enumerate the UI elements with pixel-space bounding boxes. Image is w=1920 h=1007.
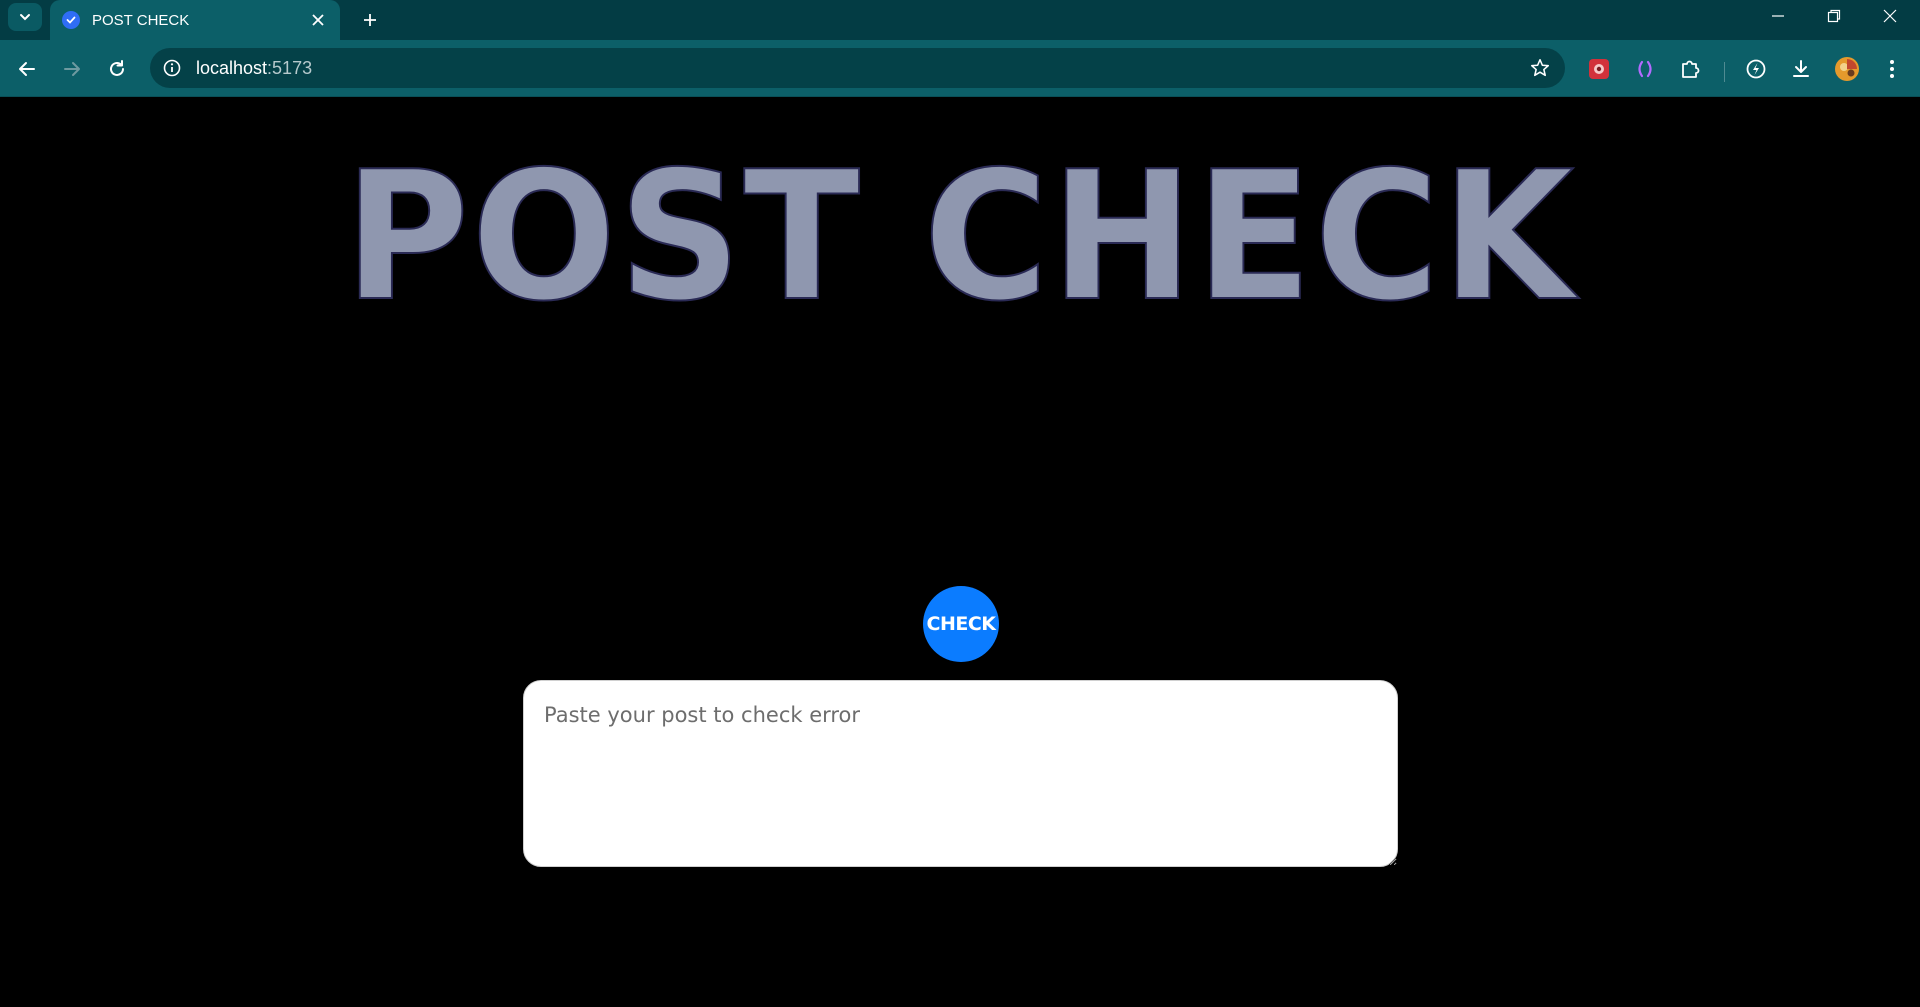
info-icon[interactable] <box>162 58 182 78</box>
forward-button[interactable] <box>56 53 88 85</box>
check-button[interactable]: CHECK <box>923 586 999 662</box>
browser-menu-button[interactable] <box>1876 53 1908 85</box>
new-tab-button[interactable] <box>355 5 385 35</box>
close-icon[interactable] <box>310 12 326 28</box>
address-url: localhost:5173 <box>196 58 312 79</box>
extensions-button[interactable] <box>1674 53 1706 85</box>
minimize-icon <box>1772 15 1784 17</box>
browser-tab-bar: POST CHECK <box>0 0 1920 40</box>
check-badge-icon <box>62 11 80 29</box>
browser-tab-active[interactable]: POST CHECK <box>50 0 340 40</box>
reload-button[interactable] <box>101 53 133 85</box>
post-input[interactable] <box>523 680 1398 867</box>
plus-icon <box>364 14 376 26</box>
red-extension-button[interactable] <box>1583 53 1615 85</box>
download-icon <box>1793 60 1809 77</box>
close-icon <box>1883 9 1897 23</box>
restore-icon <box>1827 9 1841 23</box>
back-button[interactable] <box>11 53 43 85</box>
chevron-down-icon <box>20 14 30 21</box>
restore-button[interactable] <box>1806 0 1862 32</box>
puzzle-icon <box>1682 60 1700 78</box>
toolbar-divider <box>1724 62 1725 82</box>
url-host: localhost <box>196 58 268 78</box>
purple-bracket-extension-icon <box>1638 60 1652 78</box>
performance-button[interactable] <box>1740 53 1772 85</box>
avatar <box>1835 57 1859 81</box>
address-bar[interactable]: localhost:5173 <box>150 48 1565 88</box>
purple-extension-button[interactable] <box>1629 53 1661 85</box>
tab-search-button[interactable] <box>8 3 42 31</box>
kebab-menu-icon <box>1890 60 1894 78</box>
arrow-right-icon <box>64 62 80 76</box>
star-icon[interactable] <box>1529 57 1551 79</box>
browser-toolbar: localhost:5173 <box>0 40 1920 97</box>
close-window-button[interactable] <box>1862 0 1918 32</box>
performance-icon <box>1746 59 1766 79</box>
arrow-left-icon <box>19 62 35 76</box>
profile-button[interactable] <box>1831 53 1863 85</box>
minimize-button[interactable] <box>1750 0 1806 32</box>
downloads-button[interactable] <box>1785 53 1817 85</box>
url-port: :5173 <box>267 58 313 78</box>
red-extension-icon <box>1589 59 1609 79</box>
tab-title: POST CHECK <box>92 11 190 29</box>
page-title: POST CHECK <box>343 133 1576 340</box>
reload-icon <box>110 60 124 76</box>
page-content: POST CHECK CHECK <box>0 98 1920 1007</box>
